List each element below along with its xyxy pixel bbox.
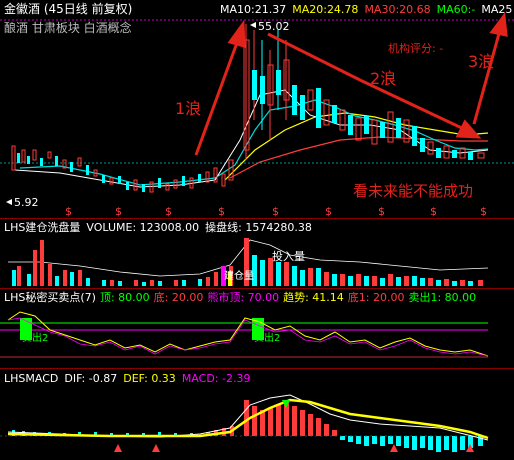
buy-arrow-icon bbox=[152, 444, 160, 452]
macd-chart[interactable] bbox=[0, 0, 514, 460]
buy-arrow-icon bbox=[114, 444, 122, 452]
